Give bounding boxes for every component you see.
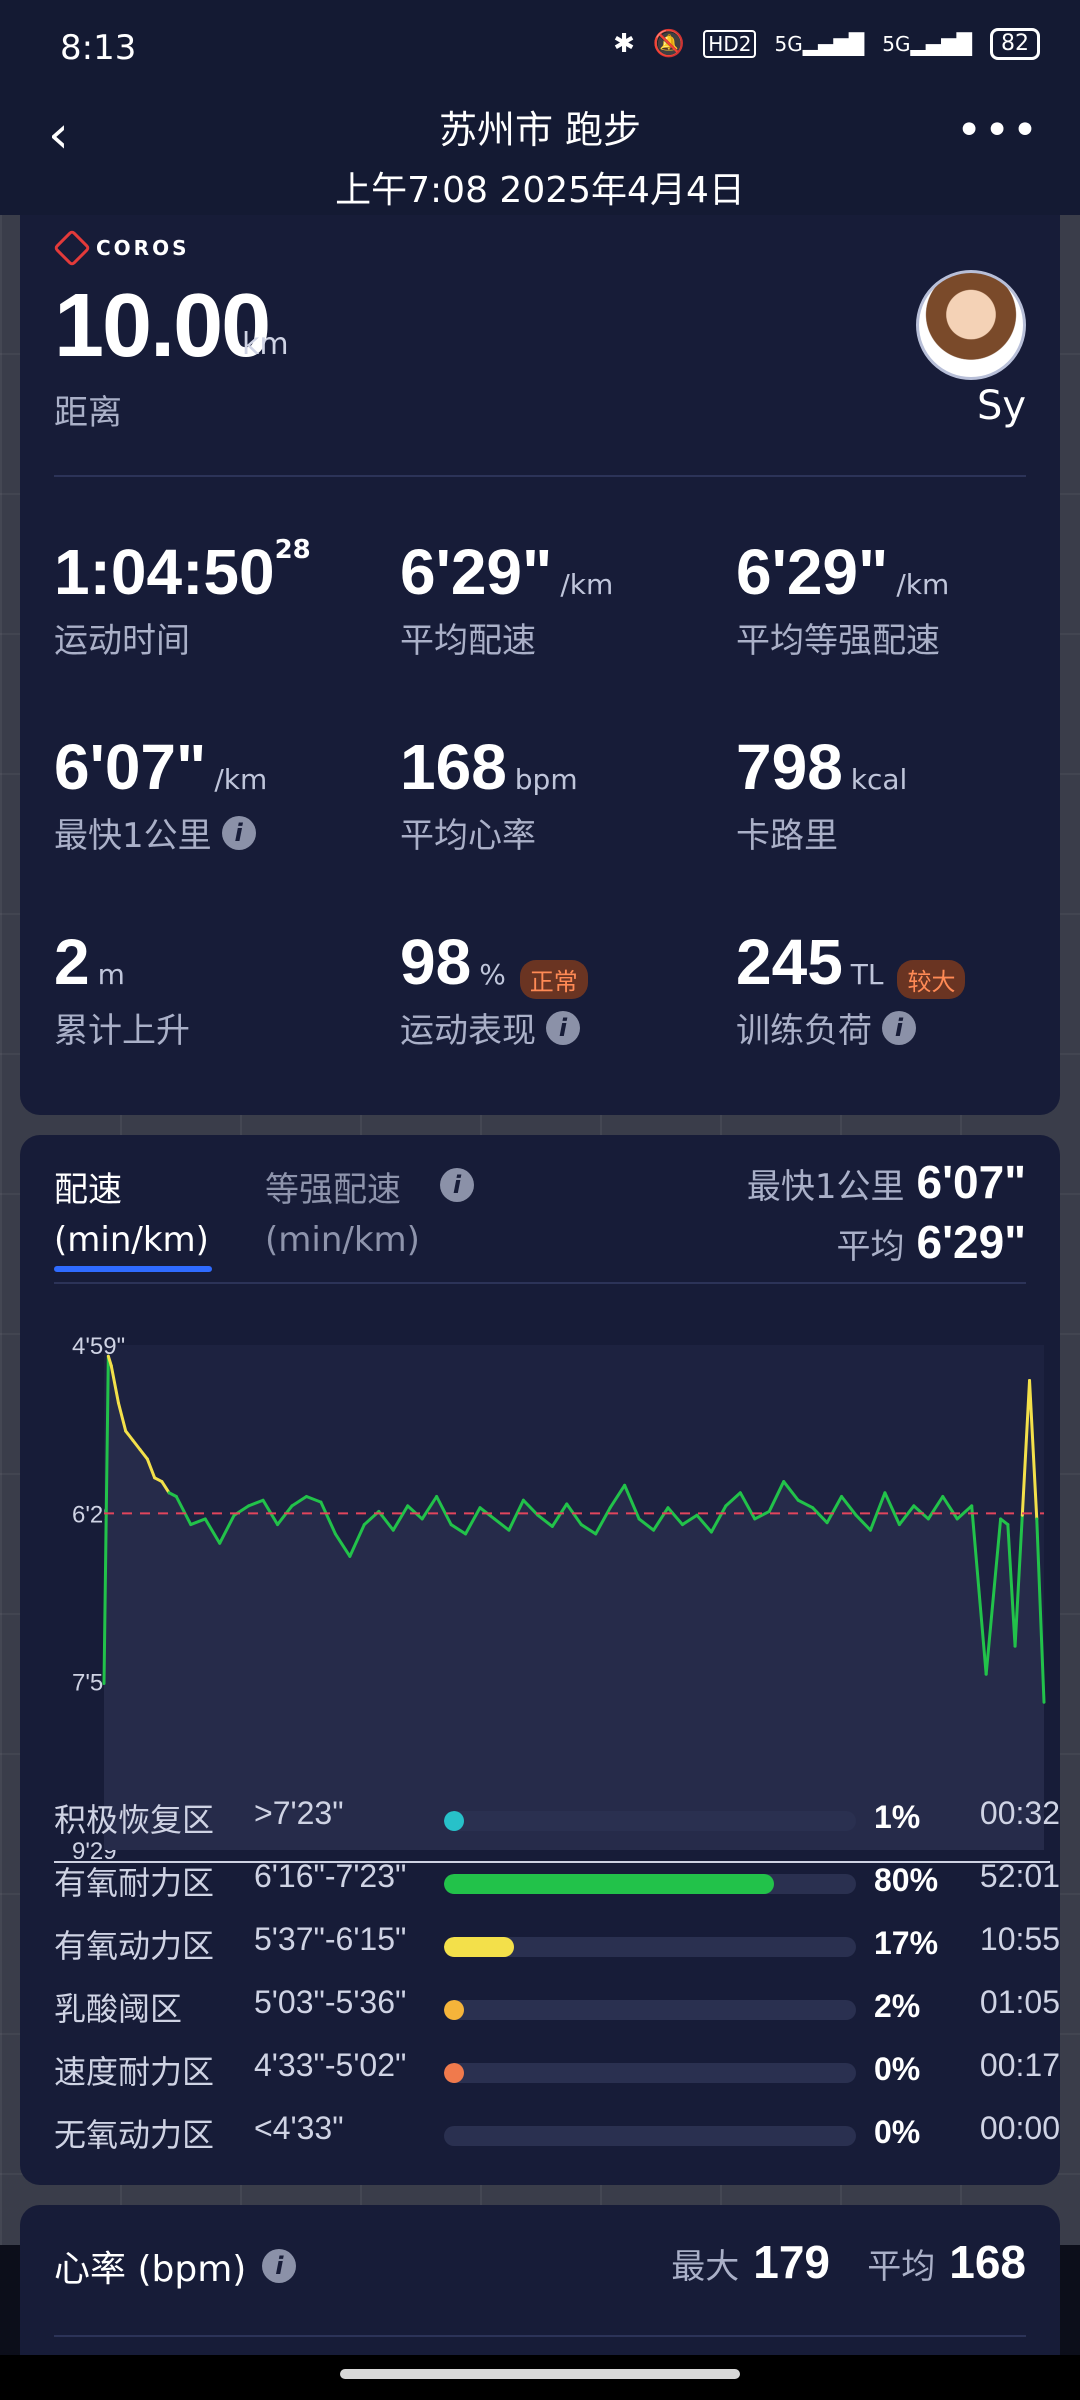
more-options-icon[interactable]: ••• bbox=[956, 105, 1040, 156]
coros-logo-icon bbox=[52, 228, 92, 268]
zone-name: 速度耐力区 bbox=[54, 2053, 215, 2091]
zone-name: 乳酸阈区 bbox=[54, 1990, 183, 2028]
zone-progress-fill bbox=[444, 1937, 515, 1957]
signal-5g-icon-2: 5G▂▄▆█ bbox=[882, 32, 972, 56]
zone-duration: 52:01 bbox=[979, 1858, 1060, 1894]
zone-percent: 0% bbox=[874, 2114, 921, 2150]
zone-percent: 0% bbox=[874, 2051, 921, 2087]
status-badge: 正常 bbox=[519, 960, 588, 999]
tab-pace[interactable]: 配速 (min/km) bbox=[54, 1165, 209, 1265]
stat-avg-pace: 6'29"/km 平均配速 bbox=[400, 536, 614, 661]
status-time: 8:13 bbox=[60, 28, 137, 68]
page-title: 苏州市 跑步 bbox=[438, 108, 642, 152]
zone-duration: 00:17 bbox=[979, 2047, 1060, 2083]
battery-icon: 82 bbox=[990, 28, 1040, 60]
home-indicator[interactable] bbox=[340, 2369, 740, 2379]
zone-progress-track bbox=[444, 2000, 856, 2020]
info-icon[interactable]: i bbox=[882, 1010, 916, 1045]
stat-avg-heart-rate: 168 bpm 平均心率 bbox=[400, 731, 578, 856]
zone-range: 5'37"-6'15" bbox=[254, 1921, 407, 1957]
summary-card: COROS 10.00 km 距离 Sy 1:04:5028 运动时间 6'29… bbox=[20, 215, 1060, 1115]
zone-row: 速度耐力区 4'33"-5'02" 0% 00:17 bbox=[54, 2047, 1060, 2097]
divider bbox=[54, 2335, 1026, 2337]
stat-fastest-km: 6'07"/km 最快1公里 i bbox=[54, 731, 268, 856]
heart-rate-title: 心率 (bpm) i bbox=[54, 2240, 297, 2292]
zone-percent: 80% bbox=[874, 1862, 939, 1898]
best-km-summary: 最快1公里 6'07" bbox=[746, 1156, 1026, 1208]
zone-progress-dot bbox=[444, 2063, 464, 2083]
zone-duration: 00:00 bbox=[979, 2110, 1060, 2146]
zone-progress-fill bbox=[444, 1874, 774, 1894]
distance-value: 10.00 bbox=[54, 276, 271, 376]
zone-name: 有氧耐力区 bbox=[54, 1864, 215, 1902]
status-icons: ✱ 🔕 HD2 5G▂▄▆█ 5G▂▄▆█ 82 bbox=[613, 28, 1040, 60]
info-icon[interactable]: i bbox=[221, 815, 256, 850]
distance-unit: km bbox=[242, 327, 289, 362]
avg-pace-summary: 平均 6'29" bbox=[836, 1216, 1027, 1268]
zone-name: 无氧动力区 bbox=[54, 2116, 215, 2154]
zone-progress-track bbox=[444, 1874, 856, 1894]
brand-logo: COROS bbox=[52, 228, 190, 268]
zone-percent: 17% bbox=[874, 1925, 939, 1961]
zone-percent: 2% bbox=[874, 1988, 921, 2024]
stat-performance: 98% 正常 运动表现 i bbox=[400, 925, 588, 1052]
bluetooth-icon: ✱ bbox=[613, 29, 635, 59]
app-header: ‹ 苏州市 跑步 上午7:08 2025年4月4日 ••• bbox=[0, 95, 1080, 215]
stat-training-load: 245 TL 较大 训练负荷 i bbox=[736, 925, 966, 1052]
zone-progress-dot bbox=[444, 1811, 464, 1831]
zone-progress-track bbox=[444, 2063, 856, 2083]
zone-duration: 10:55 bbox=[979, 1921, 1060, 1957]
zone-range: 6'16"-7'23" bbox=[254, 1858, 407, 1894]
zone-progress-track bbox=[444, 2126, 856, 2146]
zone-row: 乳酸阈区 5'03"-5'36" 2% 01:05 bbox=[54, 1984, 1060, 2034]
status-badge: 较大 bbox=[897, 960, 966, 999]
divider bbox=[54, 1282, 1026, 1284]
zone-duration: 00:32 bbox=[979, 1795, 1060, 1831]
hd-icon: HD2 bbox=[703, 30, 757, 58]
y-tick-label: 4'59" bbox=[72, 1333, 125, 1360]
zone-name: 有氧动力区 bbox=[54, 1927, 215, 1965]
zone-row: 无氧动力区 <4'33" 0% 00:00 bbox=[54, 2110, 1060, 2160]
zone-range: 5'03"-5'36" bbox=[254, 1984, 407, 2020]
stat-elevation-gain: 2m 累计上升 bbox=[54, 926, 190, 1051]
avatar[interactable] bbox=[916, 270, 1026, 380]
page-subtitle: 上午7:08 2025年4月4日 bbox=[335, 170, 745, 211]
zone-row: 有氧动力区 5'37"-6'15" 17% 10:55 bbox=[54, 1921, 1060, 1971]
zone-progress-track bbox=[444, 1937, 856, 1957]
zone-range: >7'23" bbox=[254, 1795, 344, 1831]
active-tab-indicator bbox=[54, 1266, 212, 1272]
divider bbox=[54, 475, 1026, 477]
status-bar: 8:13 ✱ 🔕 HD2 5G▂▄▆█ 5G▂▄▆█ 82 bbox=[0, 0, 1080, 95]
info-icon[interactable]: i bbox=[440, 1168, 474, 1202]
zone-range: <4'33" bbox=[254, 2110, 344, 2146]
tab-grade-adjusted-pace[interactable]: 等强配速 (min/km) bbox=[265, 1165, 420, 1265]
zone-duration: 01:05 bbox=[979, 1984, 1060, 2020]
signal-5g-icon: 5G▂▄▆█ bbox=[774, 32, 865, 56]
info-icon[interactable]: i bbox=[262, 2249, 297, 2283]
stat-duration: 1:04:5028 运动时间 bbox=[54, 535, 311, 661]
zone-percent: 1% bbox=[874, 1799, 921, 1835]
stat-calories: 798 kcal 卡路里 bbox=[736, 731, 908, 856]
navigation-bar bbox=[0, 2355, 1080, 2400]
zone-progress-dot bbox=[444, 2000, 464, 2020]
zone-row: 有氧耐力区 6'16"-7'23" 80% 52:01 bbox=[54, 1858, 1060, 1908]
user-name: Sy bbox=[976, 383, 1026, 429]
heart-rate-max: 最大 179 bbox=[671, 2236, 830, 2288]
mute-bell-icon: 🔕 bbox=[652, 29, 686, 59]
distance-label: 距离 bbox=[54, 393, 122, 433]
zone-name: 积极恢复区 bbox=[54, 1801, 215, 1839]
info-icon[interactable]: i bbox=[546, 1010, 580, 1045]
zone-row: 积极恢复区 >7'23" 1% 00:32 bbox=[54, 1795, 1060, 1845]
pace-card: 配速 (min/km) 等强配速 (min/km) i 最快1公里 6'07" 平… bbox=[20, 1135, 1060, 2185]
zone-range: 4'33"-5'02" bbox=[254, 2047, 407, 2083]
zone-progress-track bbox=[444, 1811, 856, 1831]
heart-rate-avg: 平均 168 bbox=[867, 2236, 1026, 2288]
stat-avg-grade-pace: 6'29"/km 平均等强配速 bbox=[736, 536, 950, 661]
